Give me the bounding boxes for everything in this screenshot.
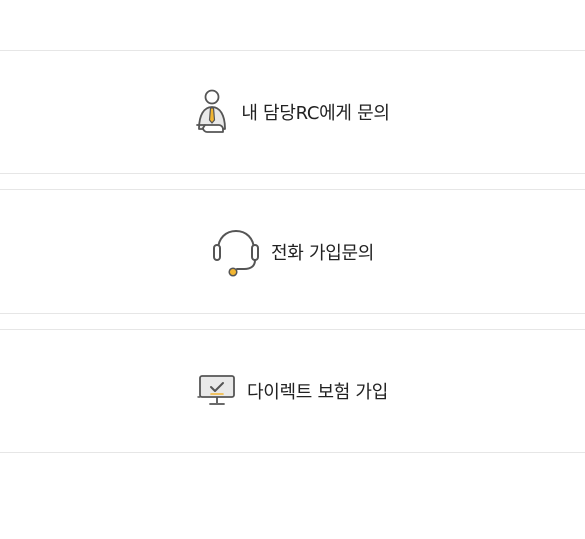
direct-insurance-content: 다이렉트 보험 가입 bbox=[197, 374, 388, 408]
direct-insurance-button[interactable]: 다이렉트 보험 가입 bbox=[0, 329, 585, 453]
contact-rc-label: 내 담당RC에게 문의 bbox=[241, 103, 390, 124]
phone-inquiry-button[interactable]: 전화 가입문의 bbox=[0, 189, 585, 314]
phone-inquiry-content: 전화 가입문의 bbox=[211, 226, 374, 278]
contact-options-page: 내 담당RC에게 문의 전화 가입문의 다이렉트 보험 가입 bbox=[0, 0, 585, 539]
headset-icon bbox=[211, 226, 261, 278]
phone-inquiry-label: 전화 가입문의 bbox=[271, 242, 374, 264]
direct-insurance-label: 다이렉트 보험 가입 bbox=[247, 382, 388, 403]
contact-rc-button[interactable]: 내 담당RC에게 문의 bbox=[0, 50, 585, 174]
monitor-check-icon bbox=[197, 374, 237, 408]
contact-rc-content: 내 담당RC에게 문의 bbox=[195, 89, 390, 135]
consultant-icon bbox=[195, 89, 231, 135]
